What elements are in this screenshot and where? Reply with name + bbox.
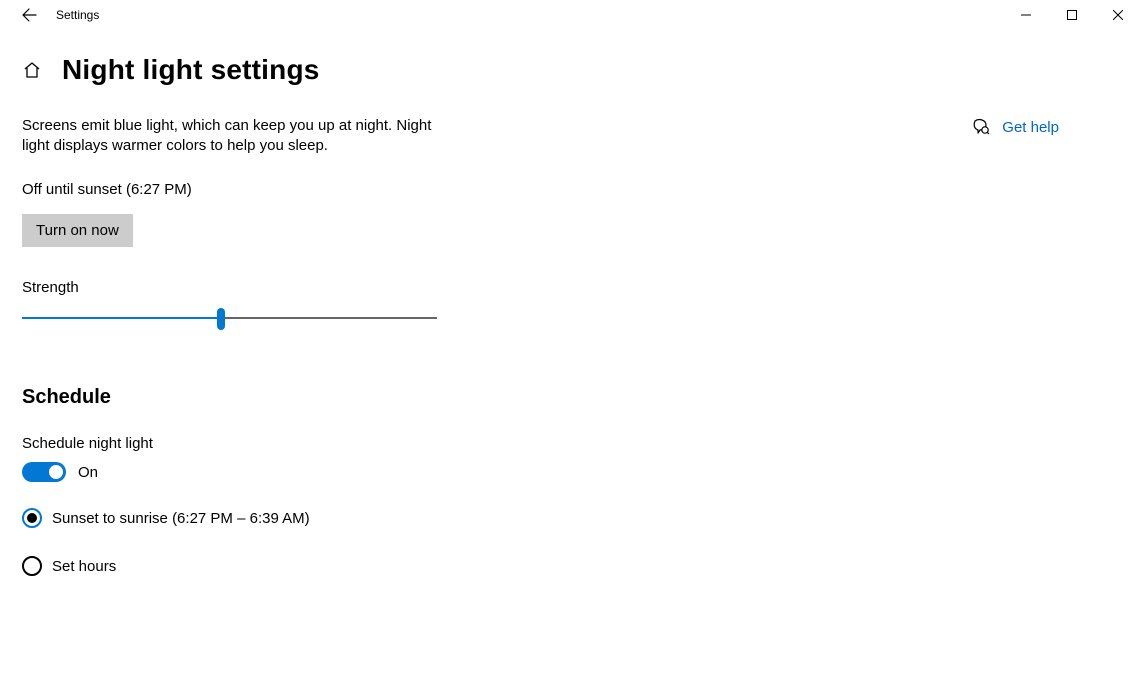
radio-label: Set hours bbox=[52, 558, 116, 575]
slider-fill bbox=[22, 317, 221, 319]
minimize-icon bbox=[1021, 10, 1031, 20]
schedule-toggle-state: On bbox=[78, 464, 98, 481]
home-icon bbox=[23, 61, 41, 79]
window-controls bbox=[1003, 0, 1141, 30]
minimize-button[interactable] bbox=[1003, 0, 1049, 30]
radio-dot-icon bbox=[27, 513, 37, 523]
back-button[interactable] bbox=[10, 0, 48, 30]
window-titlebar: Settings bbox=[0, 0, 1141, 30]
strength-label: Strength bbox=[22, 279, 582, 296]
get-help-link[interactable]: Get help bbox=[972, 118, 1059, 136]
turn-on-now-button[interactable]: Turn on now bbox=[22, 214, 133, 247]
night-light-status: Off until sunset (6:27 PM) bbox=[22, 181, 582, 198]
schedule-toggle-label: Schedule night light bbox=[22, 435, 582, 452]
radio-label: Sunset to sunrise (6:27 PM – 6:39 AM) bbox=[52, 510, 310, 527]
close-icon bbox=[1113, 10, 1123, 20]
get-help-label: Get help bbox=[1002, 119, 1059, 136]
strength-slider[interactable] bbox=[22, 306, 437, 330]
close-button[interactable] bbox=[1095, 0, 1141, 30]
radio-set-hours[interactable]: Set hours bbox=[22, 556, 582, 576]
help-icon bbox=[972, 118, 990, 136]
description-text: Screens emit blue light, which can keep … bbox=[22, 116, 452, 155]
window-title: Settings bbox=[56, 8, 99, 22]
home-button[interactable] bbox=[22, 60, 42, 80]
slider-thumb[interactable] bbox=[217, 308, 225, 330]
arrow-left-icon bbox=[21, 7, 37, 23]
maximize-button[interactable] bbox=[1049, 0, 1095, 30]
schedule-heading: Schedule bbox=[22, 386, 582, 409]
toggle-knob bbox=[49, 465, 63, 479]
page-title: Night light settings bbox=[62, 54, 320, 86]
side-column: Get help bbox=[972, 116, 1119, 576]
radio-sunset-to-sunrise[interactable]: Sunset to sunrise (6:27 PM – 6:39 AM) bbox=[22, 508, 582, 528]
radio-indicator bbox=[22, 508, 42, 528]
main-column: Screens emit blue light, which can keep … bbox=[22, 116, 582, 576]
schedule-toggle[interactable] bbox=[22, 462, 66, 482]
page-header: Night light settings bbox=[0, 30, 1141, 94]
maximize-icon bbox=[1067, 10, 1077, 20]
radio-indicator bbox=[22, 556, 42, 576]
